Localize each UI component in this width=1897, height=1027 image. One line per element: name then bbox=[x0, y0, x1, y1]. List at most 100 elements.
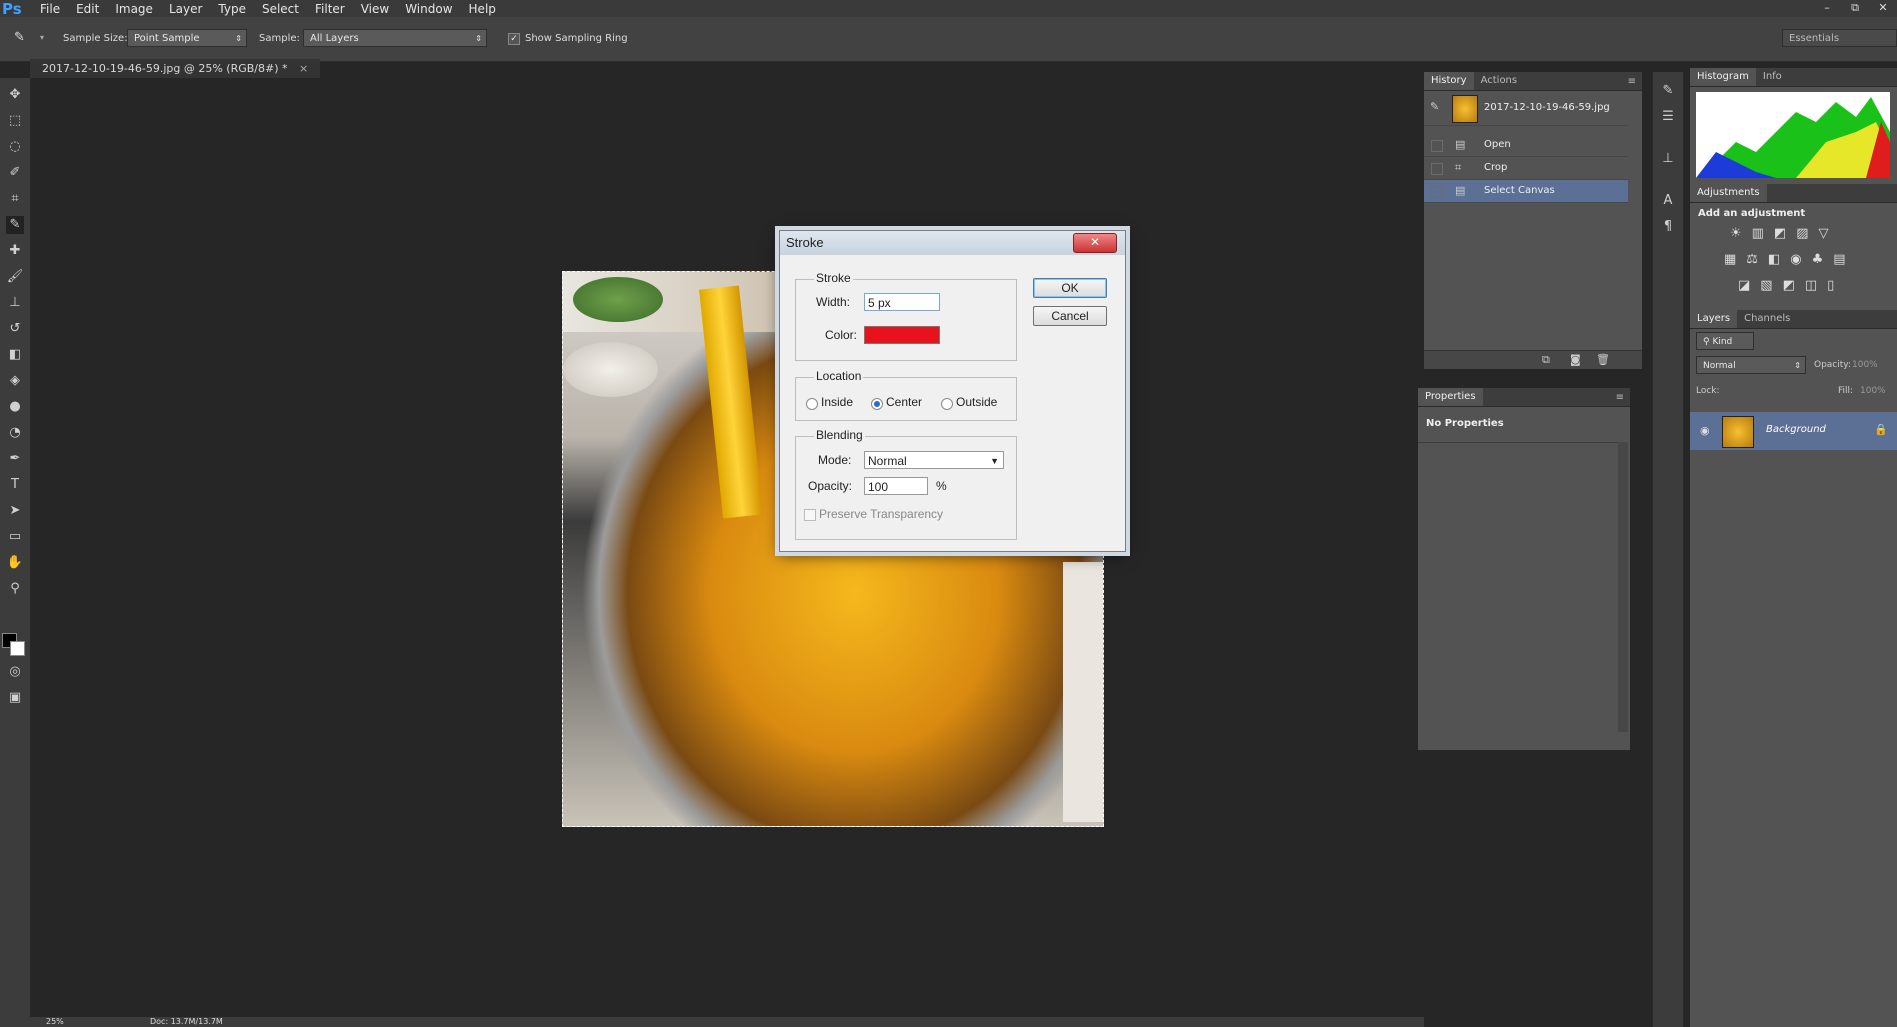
sample-select[interactable]: All Layers ⇕ bbox=[303, 29, 487, 47]
menu-select[interactable]: Select bbox=[254, 2, 307, 16]
color-swatch[interactable] bbox=[864, 326, 940, 344]
trash-icon[interactable]: 🗑 bbox=[1596, 353, 1610, 366]
outside-radio[interactable] bbox=[941, 398, 953, 410]
minimize-button[interactable]: – bbox=[1813, 0, 1841, 17]
path-select-icon[interactable]: ➤ bbox=[6, 502, 24, 520]
menu-filter[interactable]: Filter bbox=[307, 2, 353, 16]
clone-source-icon[interactable]: ⊥ bbox=[1659, 150, 1677, 168]
inside-label[interactable]: Inside bbox=[821, 395, 853, 409]
zoom-tool-icon[interactable]: ⚲ bbox=[6, 580, 24, 598]
layers-panel: Layers Channels ⚲ Kind Normal ⇕ Opacity: … bbox=[1690, 310, 1897, 1027]
marquee-tool-icon[interactable]: ⬚ bbox=[6, 112, 24, 130]
cancel-button[interactable]: Cancel bbox=[1033, 306, 1107, 326]
inside-radio[interactable] bbox=[806, 398, 818, 410]
eyedropper-icon[interactable]: ✎ bbox=[14, 30, 25, 45]
ok-button[interactable]: OK bbox=[1033, 278, 1107, 298]
quick-select-tool-icon[interactable]: ✐ bbox=[6, 164, 24, 182]
opacity-input[interactable]: 100 bbox=[864, 477, 928, 495]
dialog-close-button[interactable]: ✕ bbox=[1073, 233, 1117, 253]
mode-select[interactable]: Normal ▼ bbox=[864, 451, 1004, 469]
type-tool-icon[interactable]: T bbox=[6, 476, 24, 494]
pen-tool-icon[interactable]: ✒ bbox=[6, 450, 24, 468]
tab-close-icon[interactable]: × bbox=[299, 62, 308, 75]
quick-mask-icon[interactable]: ◎ bbox=[6, 663, 24, 681]
history-footer: ⧉ ◙ 🗑 bbox=[1424, 350, 1642, 369]
history-snapshot[interactable]: ✎ 2017-12-10-19-46-59.jpg bbox=[1424, 91, 1628, 126]
sample-size-label: Sample Size: bbox=[63, 33, 128, 44]
history-brush-source-icon[interactable]: ✎ bbox=[1430, 101, 1439, 113]
tab-info[interactable]: Info bbox=[1756, 68, 1789, 86]
width-label: Width: bbox=[816, 295, 851, 309]
blur-tool-icon[interactable]: ● bbox=[6, 398, 24, 416]
center-radio[interactable] bbox=[871, 398, 883, 410]
chevron-down-icon[interactable]: ▾ bbox=[40, 33, 44, 42]
close-window-button[interactable]: ✕ bbox=[1869, 0, 1897, 17]
menu-edit[interactable]: Edit bbox=[68, 2, 107, 16]
brush-preset-icon[interactable]: ✎ bbox=[1659, 82, 1677, 100]
eyedropper-tool-icon[interactable]: ✎ bbox=[6, 216, 24, 234]
crop-tool-icon[interactable]: ⌗ bbox=[6, 190, 24, 208]
opacity-value[interactable]: 100% bbox=[1852, 360, 1878, 370]
zoom-level[interactable]: 25% bbox=[46, 1017, 64, 1026]
panel-menu-icon[interactable]: ≡ bbox=[1628, 76, 1636, 87]
lasso-tool-icon[interactable]: ◌ bbox=[6, 138, 24, 156]
options-bar: ✎ ▾ Sample Size: Point Sample ⇕ Sample: A… bbox=[0, 17, 1897, 62]
menu-view[interactable]: View bbox=[353, 2, 397, 16]
chevron-updown-icon: ⇕ bbox=[475, 34, 482, 43]
healing-brush-icon[interactable]: ✚ bbox=[6, 242, 24, 260]
background-color-swatch[interactable] bbox=[10, 641, 25, 656]
eraser-tool-icon[interactable]: ◧ bbox=[6, 346, 24, 364]
new-document-icon[interactable]: ⧉ bbox=[1542, 353, 1550, 367]
screen-mode-icon[interactable]: ▣ bbox=[6, 689, 24, 707]
outside-label[interactable]: Outside bbox=[956, 395, 997, 409]
clone-stamp-icon[interactable]: ⊥ bbox=[6, 294, 24, 312]
history-item-selected[interactable]: ▤ Select Canvas bbox=[1424, 180, 1628, 203]
blend-mode-select[interactable]: Normal ⇕ bbox=[1696, 356, 1806, 374]
document-tab[interactable]: 2017-12-10-19-46-59.jpg @ 25% (RGB/8#) *… bbox=[30, 59, 321, 79]
adjustment-icons-row3[interactable]: ◪▧◩◫▯ bbox=[1738, 278, 1844, 293]
layer-kind-filter[interactable]: ⚲ Kind bbox=[1696, 332, 1754, 350]
center-label[interactable]: Center bbox=[886, 395, 922, 409]
menu-help[interactable]: Help bbox=[461, 2, 504, 16]
visibility-eye-icon[interactable]: ◉ bbox=[1700, 424, 1710, 437]
history-brush-icon[interactable]: ↺ bbox=[6, 320, 24, 338]
brush-tool-icon[interactable]: 🖌 bbox=[6, 268, 24, 286]
menu-image[interactable]: Image bbox=[107, 2, 161, 16]
tab-layers[interactable]: Layers bbox=[1690, 310, 1738, 328]
menu-type[interactable]: Type bbox=[210, 2, 254, 16]
menu-layer[interactable]: Layer bbox=[161, 2, 210, 16]
workspace-select[interactable]: Essentials bbox=[1782, 29, 1897, 47]
dodge-tool-icon[interactable]: ◔ bbox=[6, 424, 24, 442]
fill-value[interactable]: 100% bbox=[1860, 386, 1886, 396]
tab-histogram[interactable]: Histogram bbox=[1690, 68, 1756, 86]
menu-window[interactable]: Window bbox=[397, 2, 460, 16]
adjustment-icons-row1[interactable]: ☀▥◩▨▽ bbox=[1730, 226, 1839, 241]
show-ring-checkbox[interactable]: ✓ bbox=[508, 33, 520, 45]
adjustment-icons-row2[interactable]: ▦⚖◧◉♣▤ bbox=[1724, 252, 1856, 267]
preserve-transparency-checkbox[interactable] bbox=[804, 509, 816, 521]
layer-row-background[interactable]: ◉ Background 🔒 bbox=[1690, 412, 1897, 450]
menu-file[interactable]: File bbox=[32, 2, 68, 16]
tab-actions[interactable]: Actions bbox=[1474, 72, 1525, 90]
restore-button[interactable]: ⧉ bbox=[1841, 0, 1869, 17]
properties-scrollbar[interactable] bbox=[1618, 442, 1628, 732]
rectangle-tool-icon[interactable]: ▭ bbox=[6, 528, 24, 546]
character-icon[interactable]: A bbox=[1659, 192, 1677, 210]
tab-channels[interactable]: Channels bbox=[1737, 310, 1797, 328]
document-icon: ▤ bbox=[1455, 138, 1466, 151]
move-tool-icon[interactable]: ✥ bbox=[6, 86, 24, 104]
paragraph-icon[interactable]: ¶ bbox=[1659, 218, 1677, 236]
panel-menu-icon[interactable]: ≡ bbox=[1616, 392, 1624, 403]
history-panel-header: History Actions ≡ bbox=[1424, 72, 1642, 91]
sliders-icon[interactable]: ☰ bbox=[1659, 108, 1677, 126]
history-item[interactable]: ▤ Open bbox=[1424, 134, 1628, 157]
history-item[interactable]: ⌗ Crop bbox=[1424, 157, 1628, 180]
sample-size-select[interactable]: Point Sample ⇕ bbox=[127, 29, 247, 47]
crop-icon: ⌗ bbox=[1455, 161, 1462, 174]
paint-bucket-icon[interactable]: ◈ bbox=[6, 372, 24, 390]
hand-tool-icon[interactable]: ✋ bbox=[6, 554, 24, 572]
tab-history[interactable]: History bbox=[1424, 72, 1474, 90]
camera-icon[interactable]: ◙ bbox=[1570, 353, 1581, 366]
layer-name[interactable]: Background bbox=[1766, 424, 1826, 435]
width-input[interactable]: 5 px bbox=[864, 293, 940, 311]
